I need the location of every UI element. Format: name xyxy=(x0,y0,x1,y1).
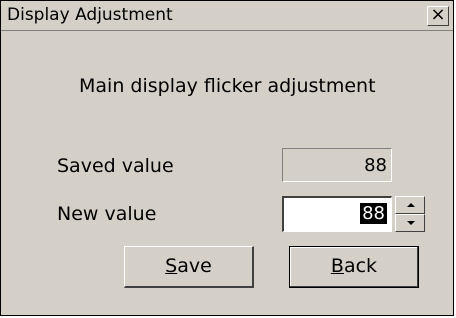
new-value-text: 88 xyxy=(360,203,387,224)
back-button-label: ack xyxy=(343,255,378,277)
title-bar: Display Adjustment × xyxy=(1,1,453,31)
close-button[interactable]: × xyxy=(427,6,449,26)
back-button[interactable]: Back xyxy=(289,246,419,288)
chevron-down-icon xyxy=(407,221,415,225)
save-button[interactable]: Save xyxy=(124,246,254,288)
save-button-label: ave xyxy=(177,255,212,277)
new-value-spinner[interactable] xyxy=(395,196,425,232)
new-value-label: New value xyxy=(57,203,157,225)
spin-down-button[interactable] xyxy=(395,214,425,232)
saved-value-text: 88 xyxy=(364,155,387,176)
spin-up-button[interactable] xyxy=(395,196,425,214)
window-title: Display Adjustment xyxy=(7,5,173,25)
new-value-input[interactable]: 88 xyxy=(282,196,392,232)
chevron-up-icon xyxy=(407,203,415,207)
dialog-heading: Main display flicker adjustment xyxy=(79,75,376,97)
close-icon: × xyxy=(430,4,446,25)
back-button-mnemonic: B xyxy=(330,255,344,277)
dialog-window: Display Adjustment × Main display flicke… xyxy=(0,0,454,316)
saved-value-field: 88 xyxy=(282,148,392,182)
save-button-mnemonic: S xyxy=(165,255,178,277)
saved-value-label: Saved value xyxy=(57,155,174,177)
